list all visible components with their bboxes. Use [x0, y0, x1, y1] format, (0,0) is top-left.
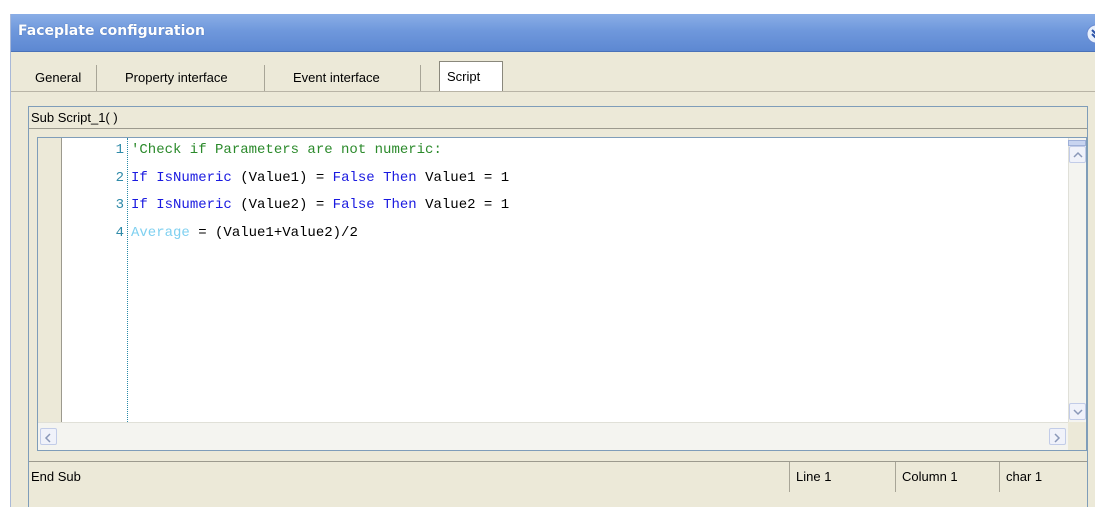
code-text: If IsNumeric (Value2) = False Then Value…: [131, 195, 509, 215]
status-char: char 1: [999, 462, 1087, 492]
vertical-scrollbar[interactable]: [1068, 138, 1086, 422]
arrow-right-icon[interactable]: [1049, 428, 1066, 445]
code-text: If IsNumeric (Value1) = False Then Value…: [131, 168, 509, 188]
arrow-down-icon[interactable]: [1069, 403, 1086, 420]
code-token: If: [131, 197, 157, 213]
code-token: Then: [383, 197, 417, 213]
code-token: = (Value1+Value2)/2: [189, 224, 358, 241]
code-line[interactable]: 4 Average = (Value1+Value2)/2: [38, 223, 1068, 251]
code-text: Average = (Value1+Value2)/2: [131, 223, 358, 243]
code-token: If: [131, 169, 157, 186]
script-panel: Sub Script_1( ) 1 'Check if Parameters ar…: [28, 106, 1088, 507]
faceplate-configuration-window: Faceplate configuration General Property…: [10, 14, 1095, 507]
status-bar: End Sub Line 1 Column 1 char 1: [29, 461, 1087, 492]
tab-strip: General Property interface Event interfa…: [11, 60, 1095, 92]
code-line[interactable]: 2 If IsNumeric (Value1) = False Then Valu…: [38, 168, 1068, 196]
tab-script-label: Script: [447, 69, 481, 84]
window-title: Faceplate configuration: [18, 23, 205, 39]
code-token: 'Check if Parameters are not numeric:: [131, 142, 442, 158]
tab-script[interactable]: Script: [439, 61, 503, 91]
status-line: Line 1: [789, 462, 895, 492]
title-bar: Faceplate configuration: [11, 14, 1095, 52]
code-token: False: [332, 197, 375, 213]
script-footer: End Sub: [31, 469, 81, 484]
arrow-left-icon[interactable]: [40, 428, 57, 445]
tab-property-interface-label: Property interface: [125, 70, 228, 85]
line-number: 2: [115, 169, 124, 186]
script-header: Sub Script_1( ): [29, 107, 1087, 129]
scrollbar-corner: [1068, 422, 1086, 450]
code-token: IsNumeric: [156, 169, 232, 186]
code-token: Average: [131, 224, 190, 241]
line-number: 3: [115, 197, 124, 213]
code-line[interactable]: 1 'Check if Parameters are not numeric:: [38, 140, 1068, 168]
code-token: Value1 = 1: [416, 169, 510, 186]
tab-property-interface[interactable]: Property interface: [115, 65, 265, 91]
tab-event-interface-label: Event interface: [293, 70, 380, 85]
code-token: (Value1) =: [231, 169, 333, 186]
code-text: 'Check if Parameters are not numeric:: [131, 140, 442, 160]
line-number: 4: [115, 224, 124, 241]
code-token: Then: [383, 169, 417, 186]
code-editor[interactable]: 1 'Check if Parameters are not numeric: 2 I…: [37, 137, 1087, 451]
double-chevron-icon[interactable]: [1086, 24, 1095, 44]
code-lines[interactable]: 1 'Check if Parameters are not numeric: 2 I…: [38, 140, 1068, 250]
code-token: (Value2) =: [231, 197, 333, 213]
code-token: False: [332, 169, 375, 186]
status-column: Column 1: [895, 462, 999, 492]
tab-general-label: General: [35, 70, 82, 85]
arrow-up-icon[interactable]: [1069, 146, 1086, 163]
code-token: IsNumeric: [156, 197, 232, 213]
line-number: 1: [115, 142, 124, 158]
code-token: Value2 = 1: [416, 197, 510, 213]
tab-event-interface[interactable]: Event interface: [283, 65, 421, 91]
tab-general[interactable]: General: [25, 65, 97, 91]
horizontal-scrollbar[interactable]: [38, 422, 1068, 450]
code-line[interactable]: 3 If IsNumeric (Value2) = False Then Valu…: [38, 195, 1068, 223]
